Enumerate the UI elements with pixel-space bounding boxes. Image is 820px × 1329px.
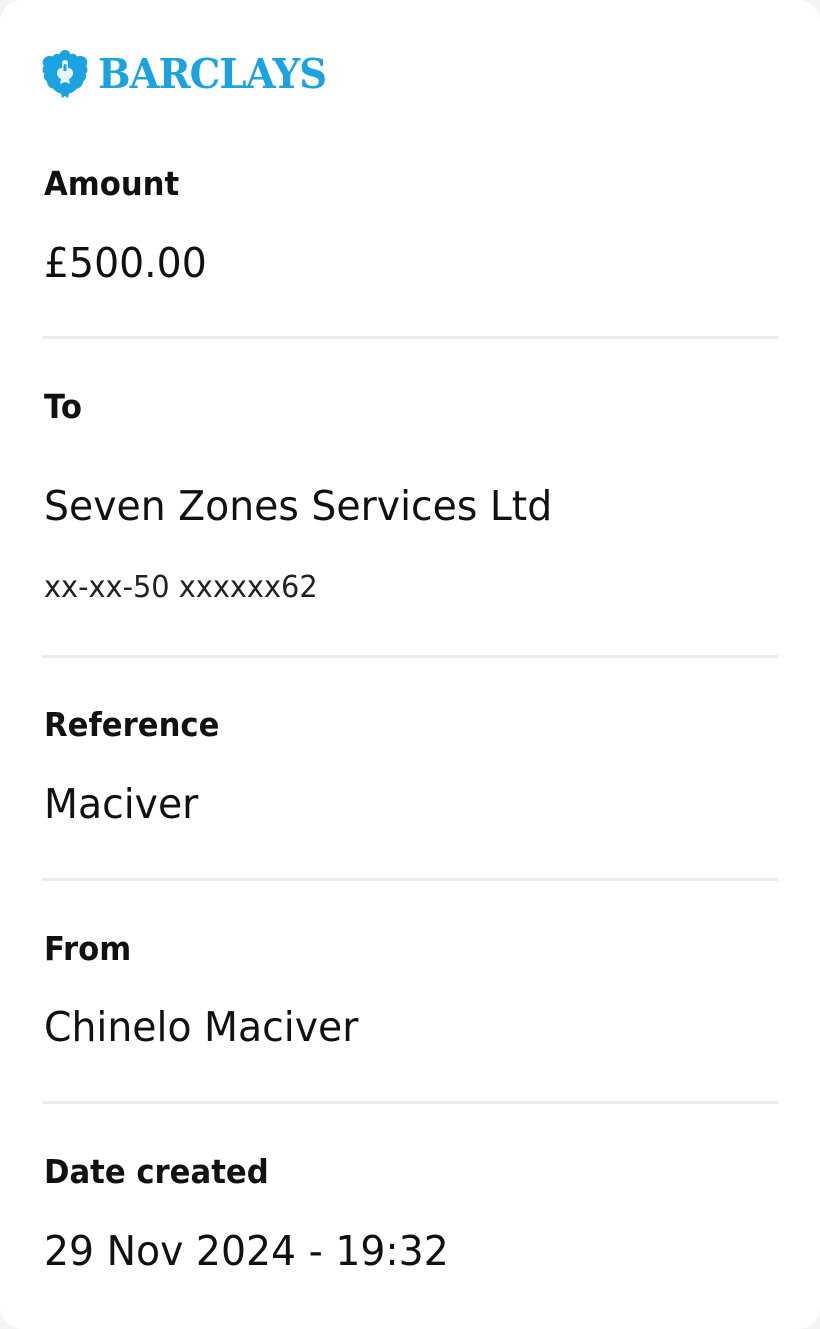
reference-value: Maciver (44, 780, 199, 828)
reference-label: Reference (44, 705, 220, 744)
amount-label: Amount (44, 164, 180, 203)
eagle-icon (40, 46, 90, 102)
to-label: To (44, 387, 82, 426)
payment-receipt-card: BARCLAYS Amount £500.00 To Seven Zones S… (0, 0, 820, 1329)
date-created-label: Date created (44, 1152, 269, 1191)
payee-account-number: xx-xx-50 xxxxxx62 (44, 570, 318, 605)
divider (42, 1101, 778, 1104)
from-label: From (44, 929, 132, 968)
date-created-value: 29 Nov 2024 - 19:32 (44, 1227, 449, 1275)
divider (42, 655, 778, 658)
barclays-logo: BARCLAYS (40, 46, 341, 102)
payer-name: Chinelo Maciver (44, 1003, 359, 1051)
divider (42, 336, 778, 339)
divider (42, 878, 778, 881)
amount-value: £500.00 (44, 239, 207, 287)
payee-name: Seven Zones Services Ltd (44, 482, 553, 530)
brand-name: BARCLAYS (98, 49, 327, 98)
